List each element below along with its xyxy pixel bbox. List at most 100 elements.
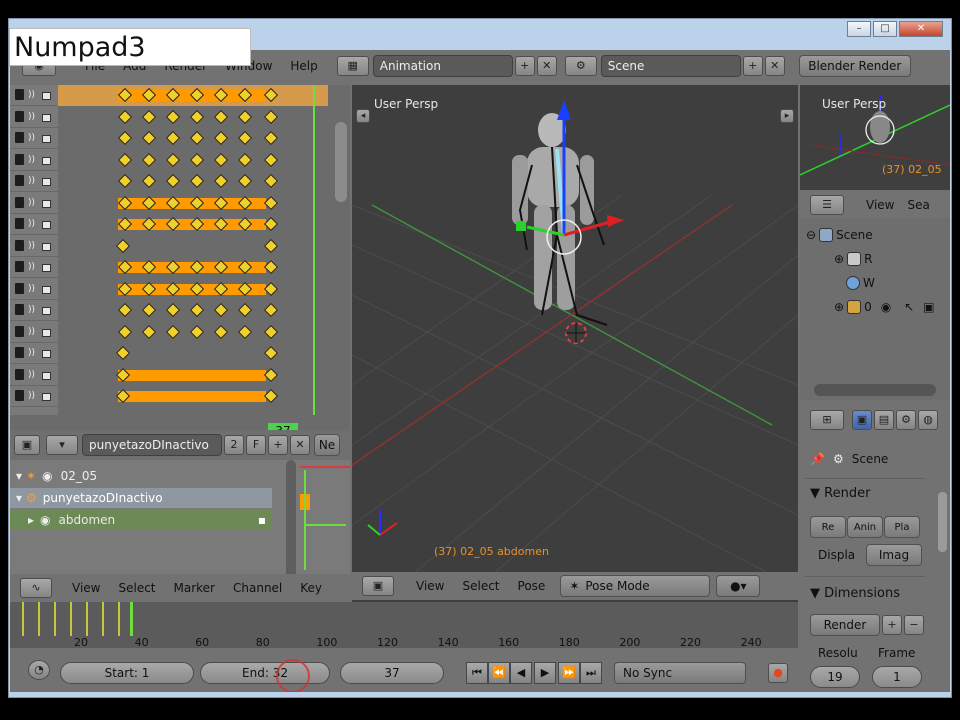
- eye-icon[interactable]: ◉: [42, 469, 52, 483]
- keyframe[interactable]: [263, 173, 279, 189]
- keyframe[interactable]: [189, 152, 205, 167]
- channel-row[interactable]: )): [10, 279, 58, 300]
- dopesheet-vertical-scrollbar[interactable]: [335, 122, 347, 202]
- menu-view[interactable]: View: [72, 581, 100, 595]
- lock-icon[interactable]: [42, 307, 51, 315]
- keyframe[interactable]: [189, 130, 205, 146]
- mute-icon[interactable]: [15, 304, 24, 315]
- render-animation-button[interactable]: Anin: [847, 516, 883, 538]
- scene-tab-icon[interactable]: ⚙: [896, 410, 916, 430]
- mute-icon[interactable]: [15, 282, 24, 294]
- 3d-cursor-icon[interactable]: [565, 322, 587, 344]
- pin-icon[interactable]: 📌: [810, 452, 825, 466]
- mute-icon[interactable]: [15, 347, 24, 358]
- keyframe[interactable]: [117, 152, 133, 167]
- fake-user-button[interactable]: F: [246, 435, 266, 455]
- editor-type-icon[interactable]: ☰: [810, 195, 844, 215]
- keyframe[interactable]: [213, 130, 229, 146]
- cursor-select-icon[interactable]: ↖: [904, 300, 914, 314]
- keyframe[interactable]: [141, 302, 157, 318]
- keyframe[interactable]: [117, 109, 133, 124]
- menu-help[interactable]: Help: [290, 59, 317, 73]
- keyframe-row[interactable]: [58, 300, 328, 321]
- keyframe[interactable]: [213, 152, 229, 167]
- keyframe[interactable]: [237, 324, 253, 339]
- mute-icon[interactable]: [15, 390, 24, 401]
- keyframe[interactable]: [189, 109, 205, 124]
- lock-icon[interactable]: ▪: [258, 513, 266, 527]
- collapse-icon[interactable]: ⊕: [834, 300, 844, 314]
- render-preset-dropdown[interactable]: Render: [810, 614, 880, 636]
- jump-next-key-button[interactable]: ⏩: [558, 662, 580, 684]
- mute-icon[interactable]: [15, 218, 24, 229]
- minimize-button[interactable]: –: [847, 21, 871, 37]
- end-frame-field[interactable]: End: 32: [200, 662, 330, 684]
- channel-row[interactable]: )): [10, 257, 58, 278]
- channel-row[interactable]: )): [10, 365, 58, 386]
- keyframe[interactable]: [263, 195, 279, 210]
- remove-layout-icon[interactable]: ✕: [536, 56, 557, 76]
- menu-select[interactable]: Select: [462, 579, 499, 593]
- lock-icon[interactable]: [42, 221, 51, 229]
- outliner-row-object[interactable]: ⊕ 0 ◉ ↖ ▣: [834, 300, 935, 314]
- menu-select[interactable]: Select: [118, 581, 155, 595]
- editor-type-icon[interactable]: ∿: [20, 578, 52, 598]
- lock-icon[interactable]: [42, 178, 51, 186]
- keyframe[interactable]: [165, 324, 181, 339]
- channel-row[interactable]: )): [10, 386, 58, 407]
- keyframe-row[interactable]: [58, 150, 328, 171]
- channel-row[interactable]: )): [10, 193, 58, 214]
- scene-icon[interactable]: ⚙: [564, 56, 597, 76]
- render-layers-tab-icon[interactable]: ▤: [874, 410, 894, 430]
- resolution-x-field[interactable]: 19: [810, 666, 860, 688]
- keyframe[interactable]: [263, 281, 279, 296]
- keyframe[interactable]: [263, 345, 279, 361]
- lock-icon[interactable]: [42, 264, 51, 272]
- render-engine-dropdown[interactable]: Blender Render: [798, 55, 911, 77]
- keyframe-row[interactable]: [58, 279, 328, 300]
- jump-end-button[interactable]: ⏭: [580, 662, 602, 684]
- lock-icon[interactable]: [42, 135, 51, 143]
- viewport-shading-dropdown[interactable]: ●▾: [716, 575, 761, 597]
- channel-row[interactable]: )): [10, 171, 58, 192]
- outliner-row-render-layers[interactable]: ⊕ R: [834, 252, 872, 266]
- eye-icon[interactable]: ◉: [881, 300, 891, 314]
- mute-icon[interactable]: [15, 368, 24, 380]
- lock-icon[interactable]: [42, 92, 51, 100]
- keyframe[interactable]: [165, 152, 181, 167]
- viewport-properties-toggle[interactable]: ▸: [780, 109, 794, 123]
- keyframe-row[interactable]: [58, 343, 328, 364]
- mute-icon[interactable]: [15, 110, 24, 122]
- 3d-viewport[interactable]: User Persp ◂ ▸ (37) 02_05 abdomen: [352, 85, 798, 617]
- keyframe[interactable]: [237, 130, 253, 146]
- keyframe[interactable]: [263, 109, 279, 124]
- interaction-mode-dropdown[interactable]: ✶ Pose Mode: [560, 575, 711, 597]
- unlink-action-icon[interactable]: ✕: [290, 435, 310, 455]
- timeline-playhead[interactable]: [130, 602, 133, 636]
- jump-prev-key-button[interactable]: ⏪: [488, 662, 510, 684]
- keyframe-row[interactable]: [58, 386, 328, 407]
- current-frame-field[interactable]: 37: [340, 662, 444, 684]
- mute-icon[interactable]: [15, 261, 24, 272]
- properties-editor[interactable]: 📌 ⚙ Scene ▼ Render Re Anin Pla Displa Im…: [800, 436, 950, 692]
- play-reverse-button[interactable]: ◀: [510, 662, 532, 684]
- channel-row[interactable]: )): [10, 322, 58, 343]
- keyframe[interactable]: [117, 324, 133, 339]
- keyframe-row[interactable]: [58, 193, 328, 214]
- nla-bone-row[interactable]: ▸ ◉ abdomen ▪: [10, 510, 272, 530]
- menu-pose[interactable]: Pose: [518, 579, 546, 593]
- keyframe-row[interactable]: [58, 171, 328, 192]
- keyframe[interactable]: [263, 130, 279, 146]
- keyframe[interactable]: [189, 302, 205, 318]
- keyframe[interactable]: [115, 345, 131, 361]
- collapse-icon[interactable]: ⊕: [834, 252, 844, 266]
- menu-key[interactable]: Key: [300, 581, 322, 595]
- keyframe[interactable]: [213, 302, 229, 318]
- nla-object-row[interactable]: ▾ ✶ ◉ 02_05: [16, 466, 97, 486]
- lock-icon[interactable]: [42, 371, 51, 380]
- keyframe[interactable]: [189, 173, 205, 189]
- start-frame-field[interactable]: Start: 1: [60, 662, 194, 684]
- close-button[interactable]: ✕: [899, 21, 943, 37]
- expand-icon[interactable]: ▾: [16, 491, 22, 505]
- keyframe[interactable]: [237, 302, 253, 318]
